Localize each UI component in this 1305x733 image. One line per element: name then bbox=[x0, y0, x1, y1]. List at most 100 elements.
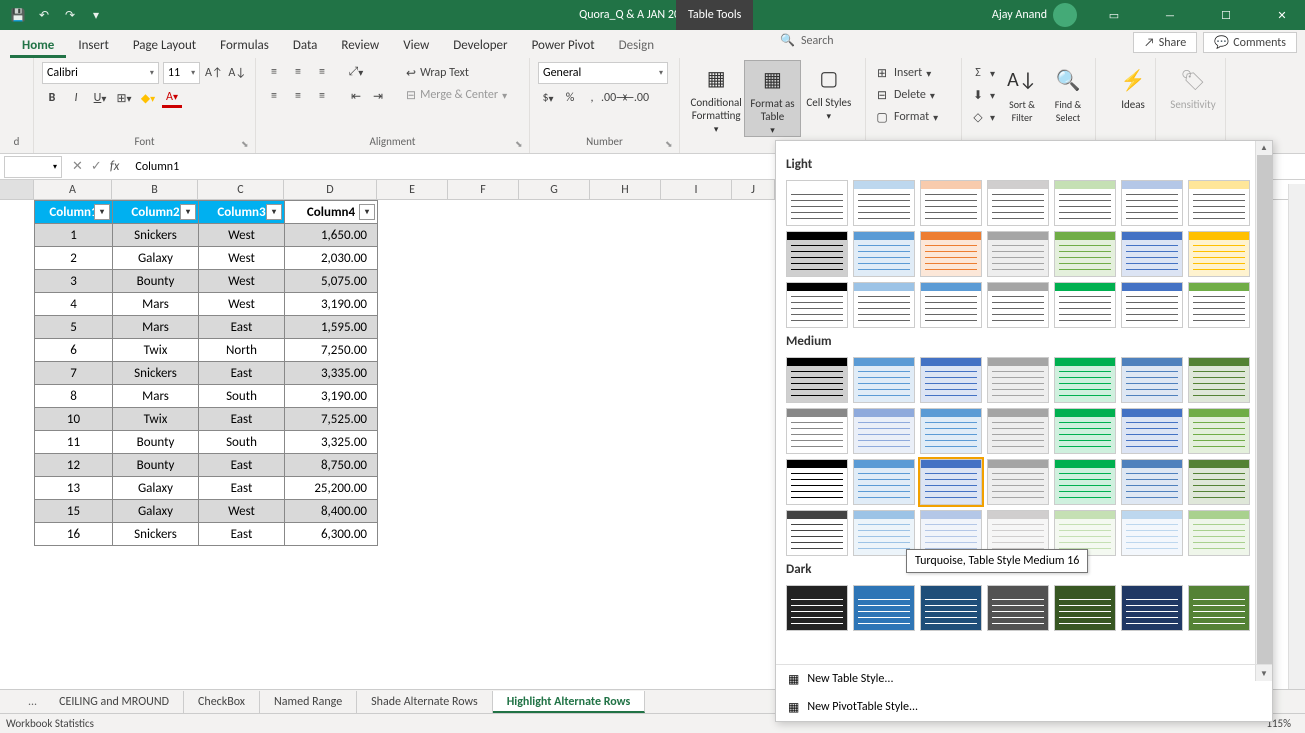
align-center-icon[interactable]: ≡ bbox=[288, 86, 308, 106]
tab-developer[interactable]: Developer bbox=[441, 34, 519, 58]
increase-indent-icon[interactable]: ⇥ bbox=[368, 86, 388, 106]
vertical-scrollbar[interactable] bbox=[1288, 184, 1305, 689]
decrease-indent-icon[interactable]: ⇤ bbox=[346, 86, 366, 106]
table-style-swatch[interactable] bbox=[1188, 459, 1250, 505]
scroll-thumb[interactable] bbox=[1257, 155, 1272, 665]
new-table-style-button[interactable]: ▦New Table Style... bbox=[776, 665, 1272, 693]
number-dialog-launcher[interactable]: ⬊ bbox=[665, 139, 677, 151]
percent-format-icon[interactable]: % bbox=[560, 88, 580, 108]
enter-formula-icon[interactable]: ✓ bbox=[91, 159, 102, 174]
col-header[interactable]: A bbox=[34, 180, 112, 199]
select-all-triangle[interactable] bbox=[0, 180, 34, 199]
underline-button[interactable]: U▾ bbox=[90, 88, 110, 108]
filter-dropdown-icon[interactable]: ▾ bbox=[359, 204, 375, 220]
table-style-swatch[interactable] bbox=[920, 231, 982, 277]
data-table[interactable]: Column1▾Column2▾Column3▾Column4▾1Snicker… bbox=[34, 200, 378, 546]
tab-view[interactable]: View bbox=[391, 34, 441, 58]
table-row[interactable]: 8MarsSouth3,190.00 bbox=[35, 385, 378, 408]
align-top-icon[interactable]: ≡ bbox=[264, 62, 284, 82]
fx-icon[interactable]: fx bbox=[110, 159, 120, 174]
table-style-swatch[interactable] bbox=[1054, 408, 1116, 454]
table-row[interactable]: 2GalaxyWest2,030.00 bbox=[35, 247, 378, 270]
font-dialog-launcher[interactable]: ⬊ bbox=[241, 139, 253, 151]
sheet-tab[interactable]: Named Range bbox=[260, 691, 357, 713]
table-style-swatch[interactable] bbox=[1121, 510, 1183, 556]
table-style-swatch[interactable] bbox=[786, 510, 848, 556]
table-style-swatch[interactable] bbox=[853, 357, 915, 403]
col-header[interactable]: J bbox=[732, 180, 775, 199]
maximize-button[interactable]: ☐ bbox=[1203, 0, 1249, 30]
font-name-select[interactable]: Calibri▾ bbox=[42, 62, 159, 84]
table-style-swatch[interactable] bbox=[1054, 282, 1116, 328]
table-style-swatch[interactable] bbox=[1121, 459, 1183, 505]
table-style-swatch[interactable] bbox=[920, 180, 982, 226]
table-style-swatch[interactable] bbox=[987, 231, 1049, 277]
table-row[interactable]: 3BountyWest5,075.00 bbox=[35, 270, 378, 293]
undo-icon[interactable]: ↶ bbox=[34, 5, 54, 25]
increase-font-icon[interactable]: A↑ bbox=[204, 63, 223, 83]
table-style-swatch[interactable] bbox=[1188, 180, 1250, 226]
filter-dropdown-icon[interactable]: ▾ bbox=[94, 204, 110, 220]
sheet-tab[interactable]: CEILING and MROUND bbox=[45, 691, 184, 713]
table-style-swatch[interactable] bbox=[1054, 459, 1116, 505]
table-style-swatch[interactable] bbox=[1054, 180, 1116, 226]
table-style-swatch[interactable] bbox=[1121, 180, 1183, 226]
table-row[interactable]: 10TwixEast7,525.00 bbox=[35, 408, 378, 431]
table-style-swatch[interactable] bbox=[1054, 231, 1116, 277]
delete-cells-button[interactable]: ⊟Delete▾ bbox=[874, 84, 953, 106]
accounting-format-icon[interactable]: $▾ bbox=[538, 88, 558, 108]
col-header[interactable]: I bbox=[661, 180, 732, 199]
comma-format-icon[interactable]: , bbox=[582, 88, 602, 108]
filter-dropdown-icon[interactable]: ▾ bbox=[180, 204, 196, 220]
table-style-swatch[interactable] bbox=[1121, 585, 1183, 631]
table-row[interactable]: 5MarsEast1,595.00 bbox=[35, 316, 378, 339]
table-style-swatch[interactable] bbox=[920, 282, 982, 328]
increase-decimal-icon[interactable]: .00→ bbox=[604, 88, 624, 108]
workbook-statistics[interactable]: Workbook Statistics bbox=[6, 717, 94, 730]
format-cells-button[interactable]: ▢Format▾ bbox=[874, 106, 953, 128]
col-header[interactable]: C bbox=[198, 180, 284, 199]
clear-icon[interactable]: ◇ bbox=[970, 109, 986, 125]
close-button[interactable]: ✕ bbox=[1259, 0, 1305, 30]
save-icon[interactable]: 💾 bbox=[8, 5, 28, 25]
format-as-table-button[interactable]: ▦Format as Table▾ bbox=[744, 60, 800, 137]
col-header[interactable]: D bbox=[284, 180, 377, 199]
tab-insert[interactable]: Insert bbox=[66, 34, 121, 58]
table-style-swatch[interactable] bbox=[1121, 357, 1183, 403]
table-style-swatch[interactable] bbox=[786, 459, 848, 505]
alignment-dialog-launcher[interactable]: ⬊ bbox=[515, 139, 527, 151]
ribbon-display-icon[interactable]: ▭ bbox=[1091, 0, 1137, 30]
wrap-text-button[interactable]: ↩Wrap Text bbox=[400, 62, 513, 84]
tab-formulas[interactable]: Formulas bbox=[208, 34, 281, 58]
sheet-tab-active[interactable]: Highlight Alternate Rows bbox=[493, 691, 646, 713]
font-size-select[interactable]: 11▾ bbox=[163, 62, 200, 84]
tab-page-layout[interactable]: Page Layout bbox=[121, 34, 208, 58]
table-style-swatch[interactable] bbox=[987, 585, 1049, 631]
new-pivot-style-button[interactable]: ▦New PivotTable Style... bbox=[776, 693, 1272, 721]
table-style-swatch[interactable] bbox=[853, 585, 915, 631]
scroll-up-icon[interactable]: ▲ bbox=[1256, 141, 1272, 155]
conditional-formatting-button[interactable]: ▦Conditional Formatting▾ bbox=[688, 60, 744, 137]
ideas-button[interactable]: ⚡Ideas bbox=[1104, 62, 1162, 111]
share-button[interactable]: ↗Share bbox=[1133, 32, 1197, 53]
table-style-swatch[interactable] bbox=[987, 282, 1049, 328]
merge-center-button[interactable]: ⊟Merge & Center▾ bbox=[400, 84, 513, 106]
table-row[interactable]: 15GalaxyWest8,400.00 bbox=[35, 500, 378, 523]
col-header[interactable]: E bbox=[377, 180, 448, 199]
table-style-swatch[interactable] bbox=[1188, 510, 1250, 556]
find-select-button[interactable]: 🔍Find & Select bbox=[1049, 62, 1087, 128]
table-style-swatch[interactable] bbox=[987, 408, 1049, 454]
table-style-swatch[interactable] bbox=[1121, 408, 1183, 454]
redo-icon[interactable]: ↷ bbox=[60, 5, 80, 25]
table-style-swatch[interactable] bbox=[1054, 357, 1116, 403]
fill-icon[interactable]: ⬇ bbox=[970, 87, 986, 103]
col-header[interactable]: F bbox=[448, 180, 519, 199]
fill-color-button[interactable]: ◆▾ bbox=[138, 88, 158, 108]
comments-button[interactable]: 💬Comments bbox=[1203, 32, 1297, 53]
font-color-button[interactable]: A▾ bbox=[162, 88, 182, 108]
table-style-swatch[interactable] bbox=[1188, 282, 1250, 328]
table-style-swatch[interactable] bbox=[1188, 585, 1250, 631]
table-row[interactable]: 1SnickersWest1,650.00 bbox=[35, 224, 378, 247]
table-style-swatch[interactable] bbox=[853, 180, 915, 226]
table-style-swatch[interactable] bbox=[1188, 408, 1250, 454]
